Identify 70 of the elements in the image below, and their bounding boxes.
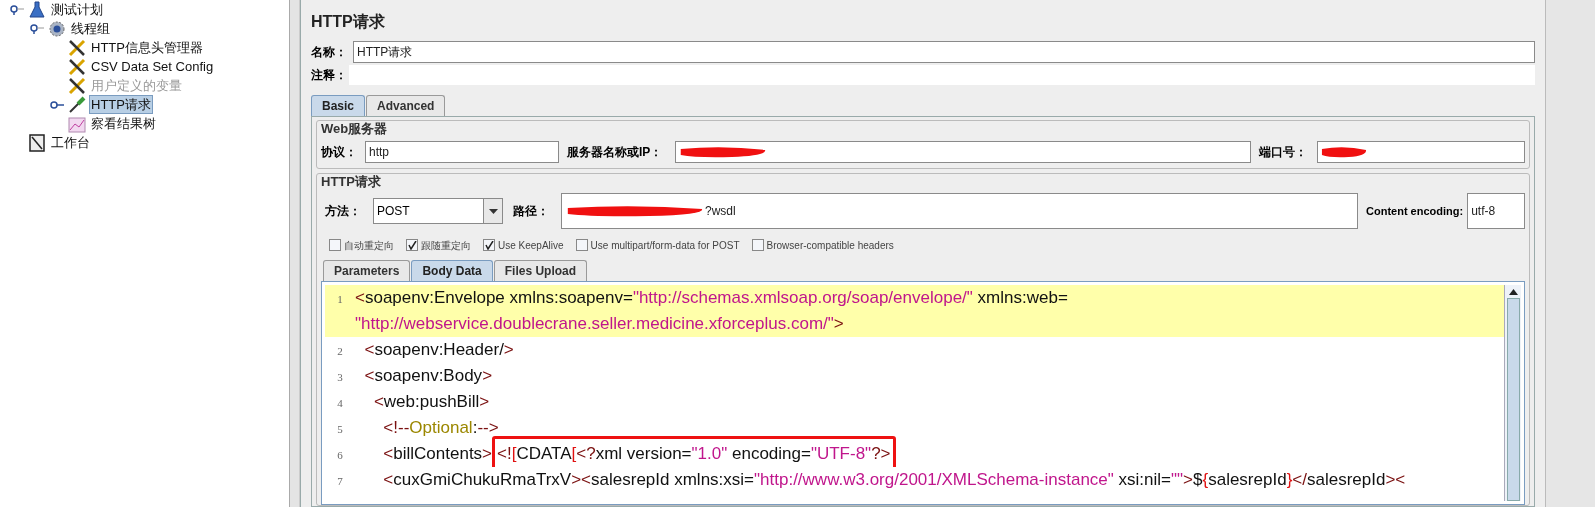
field-label: Content encoding: [1366, 203, 1464, 219]
checkbox[interactable] [406, 239, 418, 251]
line-number: 7 [337, 475, 343, 487]
group-title: Web服务器 [321, 121, 389, 137]
tab[interactable]: Advanced [366, 95, 446, 116]
protocol-field[interactable]: http [365, 141, 559, 163]
tools-icon [68, 76, 86, 95]
tab[interactable]: Files Upload [493, 260, 588, 281]
checkbox[interactable] [329, 239, 341, 251]
tools-icon [68, 57, 86, 76]
checkbox-label: Use multipart/form-data for POST [590, 238, 740, 253]
checkmark-icon [407, 240, 417, 250]
field-label: 路径： [513, 203, 550, 220]
tab[interactable]: Basic [311, 95, 366, 116]
code-text: <cuxGmiChukuRmaTrxV><salesrepId xmlns:xsi="http://www.w3.org/2001/XMLSchema-instance" xsi:nil="">${salesrepId}</salesrepId>< [382, 469, 1406, 492]
tree-item[interactable]: HTTP信息头管理器 [89, 38, 205, 57]
field-label: 服务器名称或IP： [567, 144, 664, 161]
collapsed-handle-icon[interactable] [50, 99, 64, 110]
code-text: "http://webservice.doublecrane.seller.medicine.xforceplus.com/"> [355, 313, 844, 336]
panel-title: HTTP请求 [311, 12, 386, 32]
checkmark-icon [484, 240, 494, 250]
tree-item[interactable]: 测试计划 [49, 0, 105, 19]
field-label: 注释： [311, 67, 345, 84]
tree-item[interactable]: 线程组 [69, 19, 112, 38]
notebook-icon [28, 133, 46, 152]
tree-item[interactable]: 察看结果树 [89, 114, 158, 133]
method-dropdown[interactable]: POST [373, 198, 503, 224]
expanded-handle-icon[interactable] [30, 23, 44, 34]
port-field[interactable] [1317, 141, 1525, 163]
field-label: 协议： [321, 144, 358, 161]
code-text: <soapenv:Body> [363, 365, 493, 388]
scrollbar[interactable] [1504, 285, 1521, 501]
dropdown-arrow-icon [488, 208, 498, 214]
tree-item[interactable]: HTTP请求 [89, 95, 153, 114]
field-label: 端口号： [1259, 144, 1308, 161]
tab[interactable]: Parameters [323, 260, 411, 281]
flask-icon [28, 0, 46, 19]
line-number: 5 [337, 423, 343, 435]
checkbox-label: 跟随重定向 [421, 238, 471, 253]
pipette-icon [68, 95, 86, 114]
path-field[interactable]: ?wsdl [561, 193, 1358, 229]
tab[interactable]: Body Data [411, 260, 493, 281]
tree-item[interactable]: CSV Data Set Config [89, 57, 216, 76]
code-text: <soapenv:Header/> [363, 339, 514, 362]
checkbox-label: Use KeepAlive [498, 238, 564, 253]
line-number: 1 [337, 293, 343, 305]
tree-item[interactable]: 工作台 [49, 133, 92, 152]
line-number: 6 [337, 449, 343, 461]
code-text: <soapenv:Envelope xmlns:soapenv="http://schemas.xmlsoap.org/soap/envelope/" xmlns:web= [355, 287, 1068, 310]
checkbox[interactable] [575, 239, 588, 251]
line-number: 2 [337, 345, 343, 357]
scroll-up-icon[interactable] [1508, 289, 1518, 295]
line-number: 3 [337, 371, 343, 383]
checkbox-label: Browser-compatible headers [766, 238, 894, 253]
group-title: HTTP请求 [321, 174, 382, 190]
tools-icon [68, 38, 86, 57]
encoding-field[interactable]: utf-8 [1467, 193, 1525, 229]
line-number: 4 [337, 397, 343, 409]
name-field[interactable]: HTTP请求 [353, 41, 1535, 63]
field-label: 名称： [311, 44, 348, 61]
server-field[interactable] [675, 141, 1251, 163]
expanded-handle-icon[interactable] [10, 4, 24, 15]
checkbox[interactable] [483, 239, 495, 251]
field-label: 方法： [325, 203, 362, 220]
code-text: <web:pushBill> [372, 391, 490, 414]
checkbox-label: 自动重定向 [344, 238, 394, 253]
checkbox[interactable] [751, 239, 764, 251]
chart-icon [68, 114, 86, 133]
code-text: <billContents> [382, 443, 493, 466]
gear-icon [48, 19, 66, 38]
